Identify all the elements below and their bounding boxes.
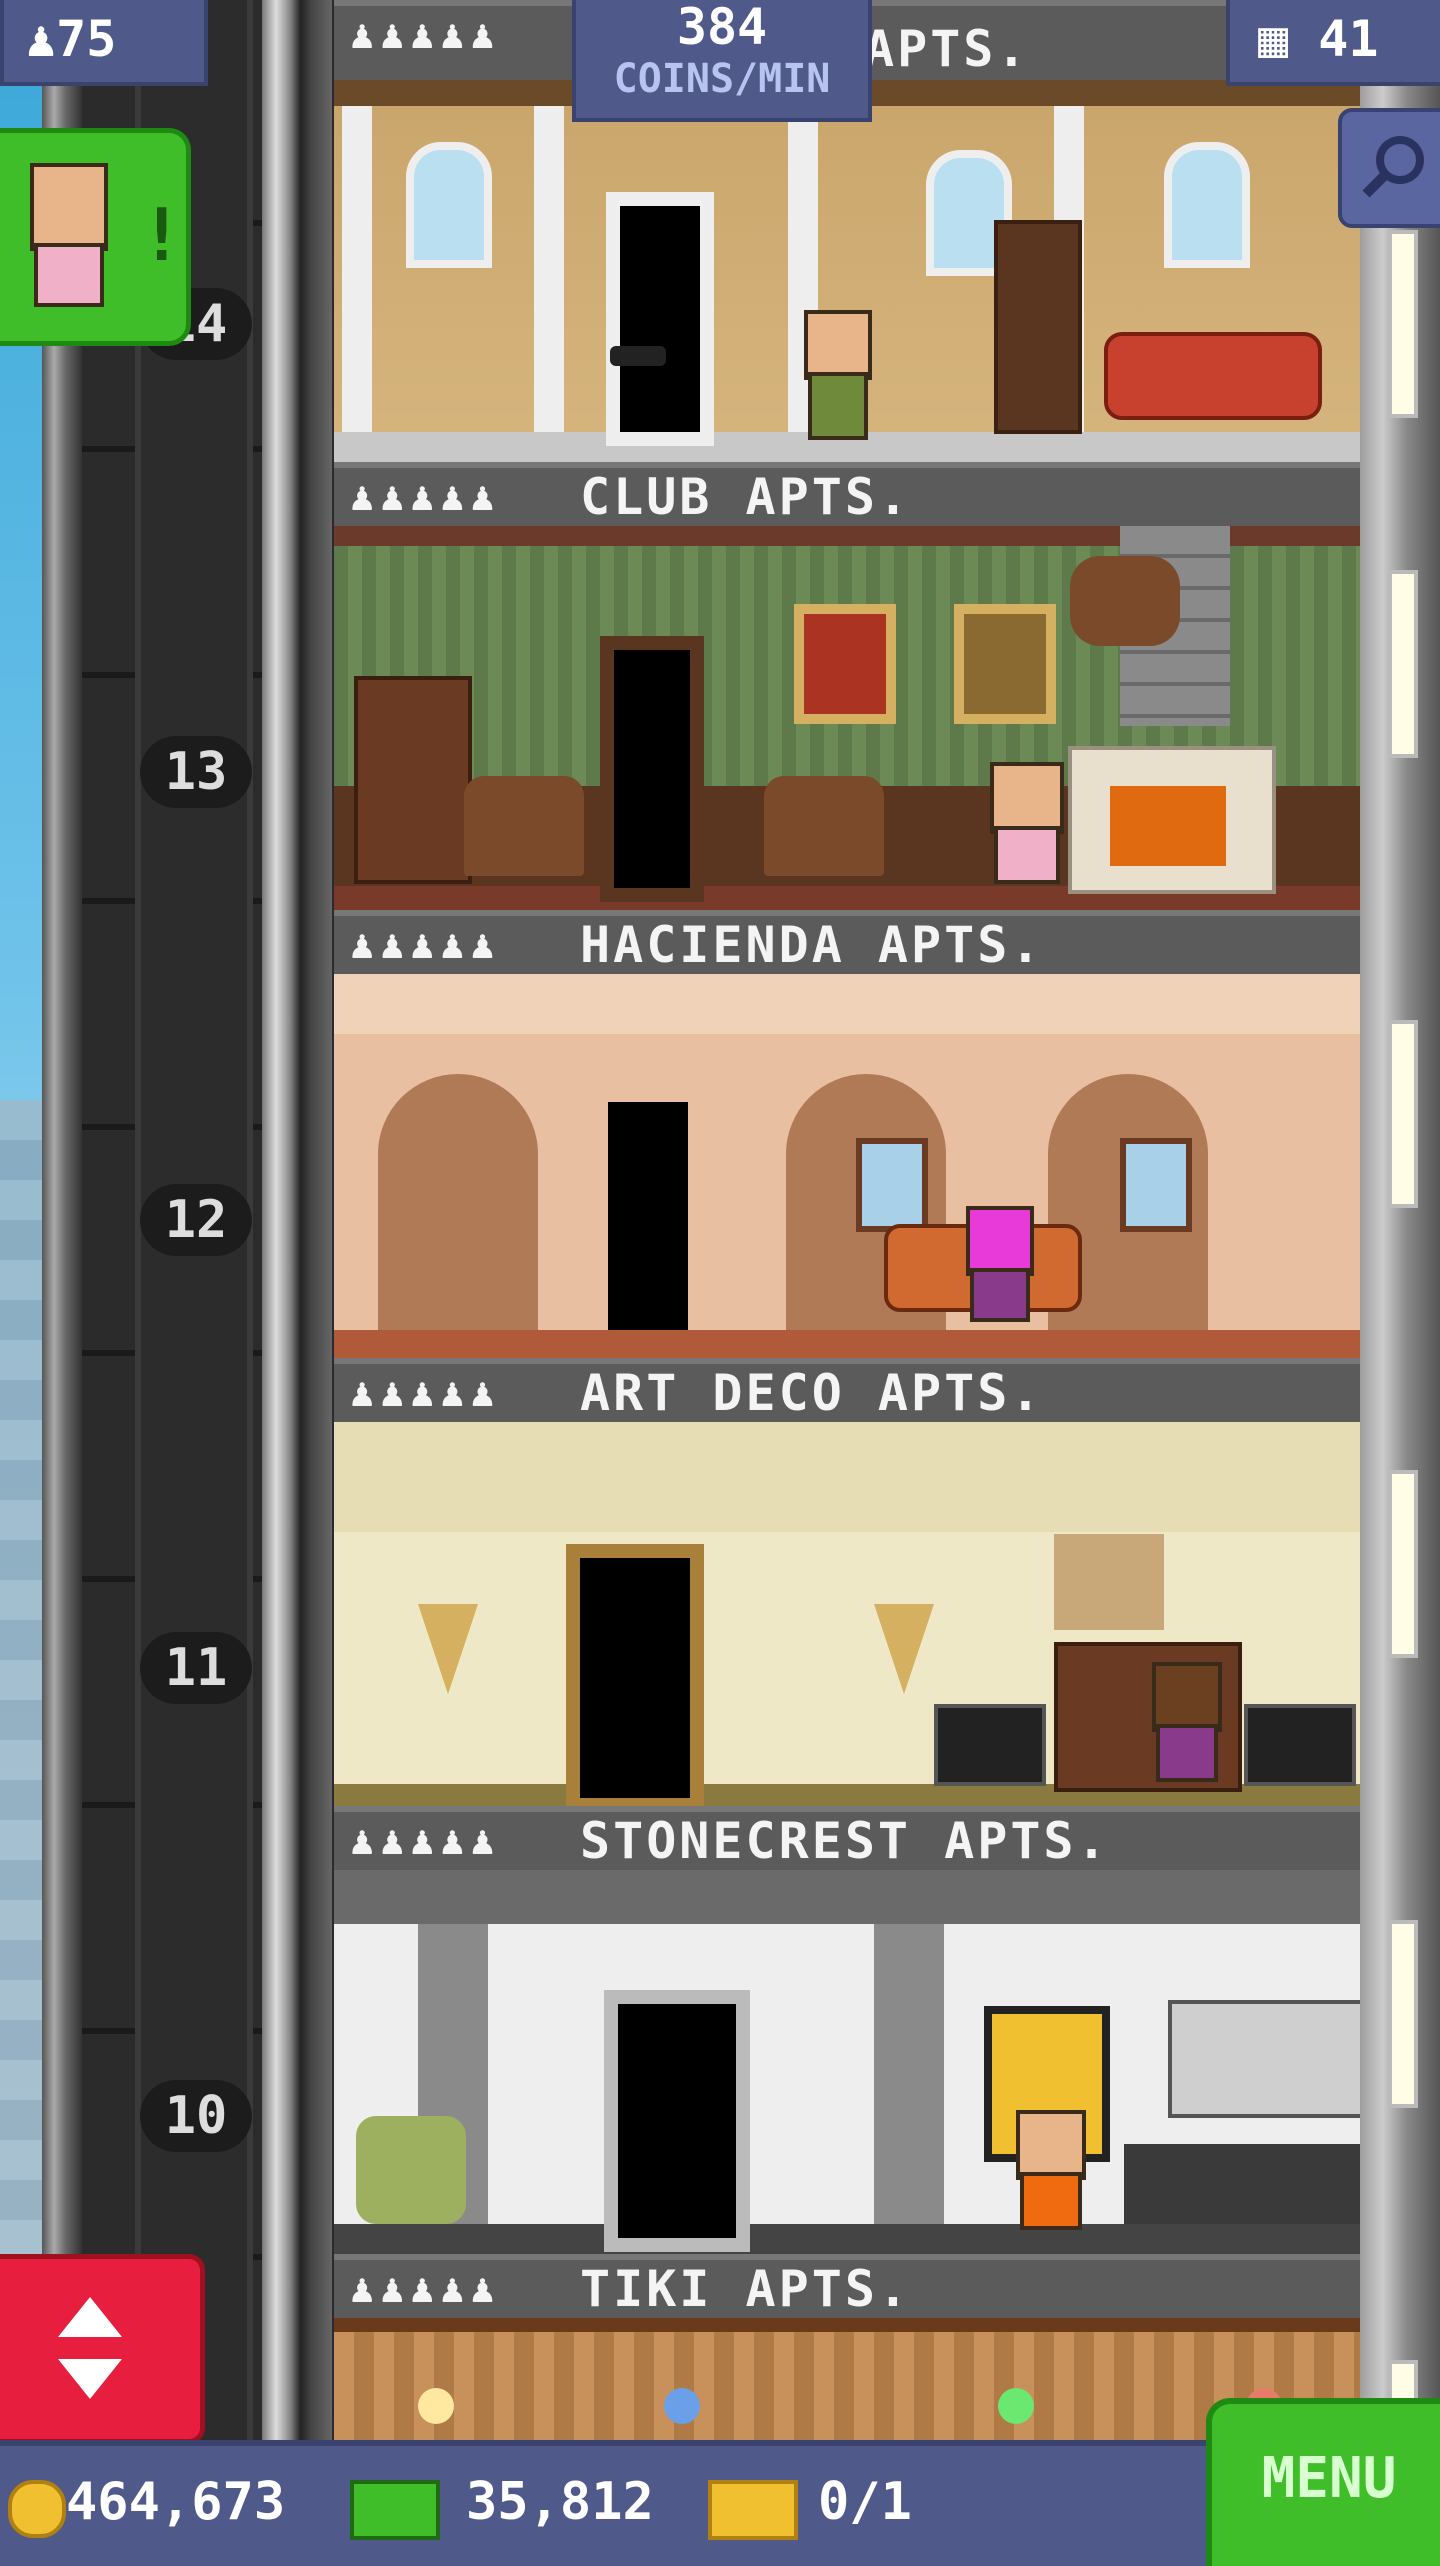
armchair [764,776,884,876]
apartment-door[interactable] [600,636,704,902]
bookshelf [994,220,1082,434]
column [534,106,564,432]
tower-window [1388,1020,1418,1208]
portrait-frame [794,604,896,724]
floor-12-room[interactable] [334,974,1360,1358]
tower-window [1388,570,1418,758]
elevator-rail-right [262,0,332,2450]
residents-icons: ♟♟♟♟♟ [350,12,501,58]
floors-value: 41 [1318,10,1379,68]
floor-surface [334,2224,1360,2254]
coins-value: 464,673 [66,2472,286,2532]
floor-number-11: 11 [140,1632,252,1704]
floor-name: APTS. [864,20,1030,78]
floor-10-room[interactable] [334,1870,1360,2254]
alert-icon: ! [140,193,184,277]
residents-icons: ♟♟♟♟♟ [350,2266,501,2312]
ceiling [334,1870,1360,1924]
elevator-button[interactable] [0,2254,205,2444]
tower-window [1388,1470,1418,1658]
fire [1110,786,1226,866]
wall-sconce [874,1604,934,1694]
window [1164,142,1250,268]
bux-icon [350,2480,440,2540]
floor-name: ART DECO APTS. [580,1364,1044,1422]
zoom-button[interactable] [1338,108,1440,228]
coin-icon [8,2480,66,2538]
floor-counter[interactable]: ▦ 41 [1226,0,1440,86]
floor-name: HACIENDA APTS. [580,916,1044,974]
apartment-door[interactable] [606,192,714,446]
apartment-door[interactable] [608,1102,688,1330]
floor-number-10: 10 [140,2080,252,2152]
window [406,142,492,268]
floor-name: STONECREST APTS. [580,1812,1110,1870]
floor-number-13: 13 [140,736,252,808]
telephone-table [610,346,666,366]
residents-icons: ♟♟♟♟♟ [350,1818,501,1864]
floor-name: TIKI APTS. [580,2260,912,2318]
red-sofa [1104,332,1322,420]
population-counter[interactable]: ♟75 [0,0,208,86]
kitchen-cabinet [1168,2000,1360,2118]
portrait-frame [954,604,1056,724]
apartment-door[interactable] [604,1990,750,2252]
speaker [1244,1704,1356,1786]
building-icon: ▦ [1258,10,1289,68]
menu-button[interactable]: MENU [1206,2398,1440,2566]
floor-14-room[interactable] [334,80,1360,462]
armchair [464,776,584,876]
background-city [0,1100,42,2450]
hanging-lamp [998,2388,1034,2424]
bookshelf [354,676,472,884]
tower-window [1388,230,1418,418]
floor-number-12: 12 [140,1184,252,1256]
hanging-lamp [418,2388,454,2424]
speaker [934,1704,1046,1786]
residents-icons: ♟♟♟♟♟ [350,922,501,968]
floor-surface [334,1330,1360,1358]
rate-value: 384 [676,0,768,56]
ceiling [334,2318,1360,2332]
residents-icons: ♟♟♟♟♟ [350,1370,501,1416]
green-armchair [356,2116,466,2224]
moose-trophy [1070,556,1180,646]
visitor-avatar [30,163,112,313]
floor-label-tiki[interactable]: ♟♟♟♟♟ TIKI APTS. [334,2254,1360,2318]
column [342,106,372,432]
floor-label-hacienda[interactable]: ♟♟♟♟♟ HACIENDA APTS. [334,910,1360,974]
tickets-value: 0/1 [818,2472,912,2532]
ticket-icon [708,2480,798,2540]
ceiling-trim [334,974,1360,1034]
floor-13-room[interactable] [334,526,1360,910]
floor-label-art-deco[interactable]: ♟♟♟♟♟ ART DECO APTS. [334,1358,1360,1422]
magnifier-icon [1362,136,1424,198]
bux-value: 35,812 [466,2472,654,2532]
tower-window [1388,1920,1418,2108]
hanging-lamp [664,2388,700,2424]
archway [378,1074,538,1330]
visitor-notification-button[interactable]: ! [0,128,191,346]
floor-label-stonecrest[interactable]: ♟♟♟♟♟ STONECREST APTS. [334,1806,1360,1870]
rate-unit: COINS/MIN [613,56,831,102]
population-value: 75 [56,10,117,68]
apartment-door[interactable] [566,1544,704,1806]
person-icon: ♟ [26,10,57,68]
residents-icons: ♟♟♟♟♟ [350,474,501,520]
floor-label-club[interactable]: ♟♟♟♟♟ CLUB APTS. [334,462,1360,526]
window [856,1138,928,1232]
window [1120,1138,1192,1232]
column [874,1924,944,2224]
floor-11-room[interactable] [334,1422,1360,1806]
ceiling [334,1422,1360,1532]
wall-sconce [418,1604,478,1694]
floor-name: CLUB APTS. [580,468,912,526]
elevator-rail-left [42,0,82,2450]
flower-painting [1054,1534,1164,1630]
coins-per-minute-display: 384 COINS/MIN [572,0,872,122]
elevator-arrows-icon [58,2297,122,2399]
kitchen-counter [1124,2144,1360,2224]
